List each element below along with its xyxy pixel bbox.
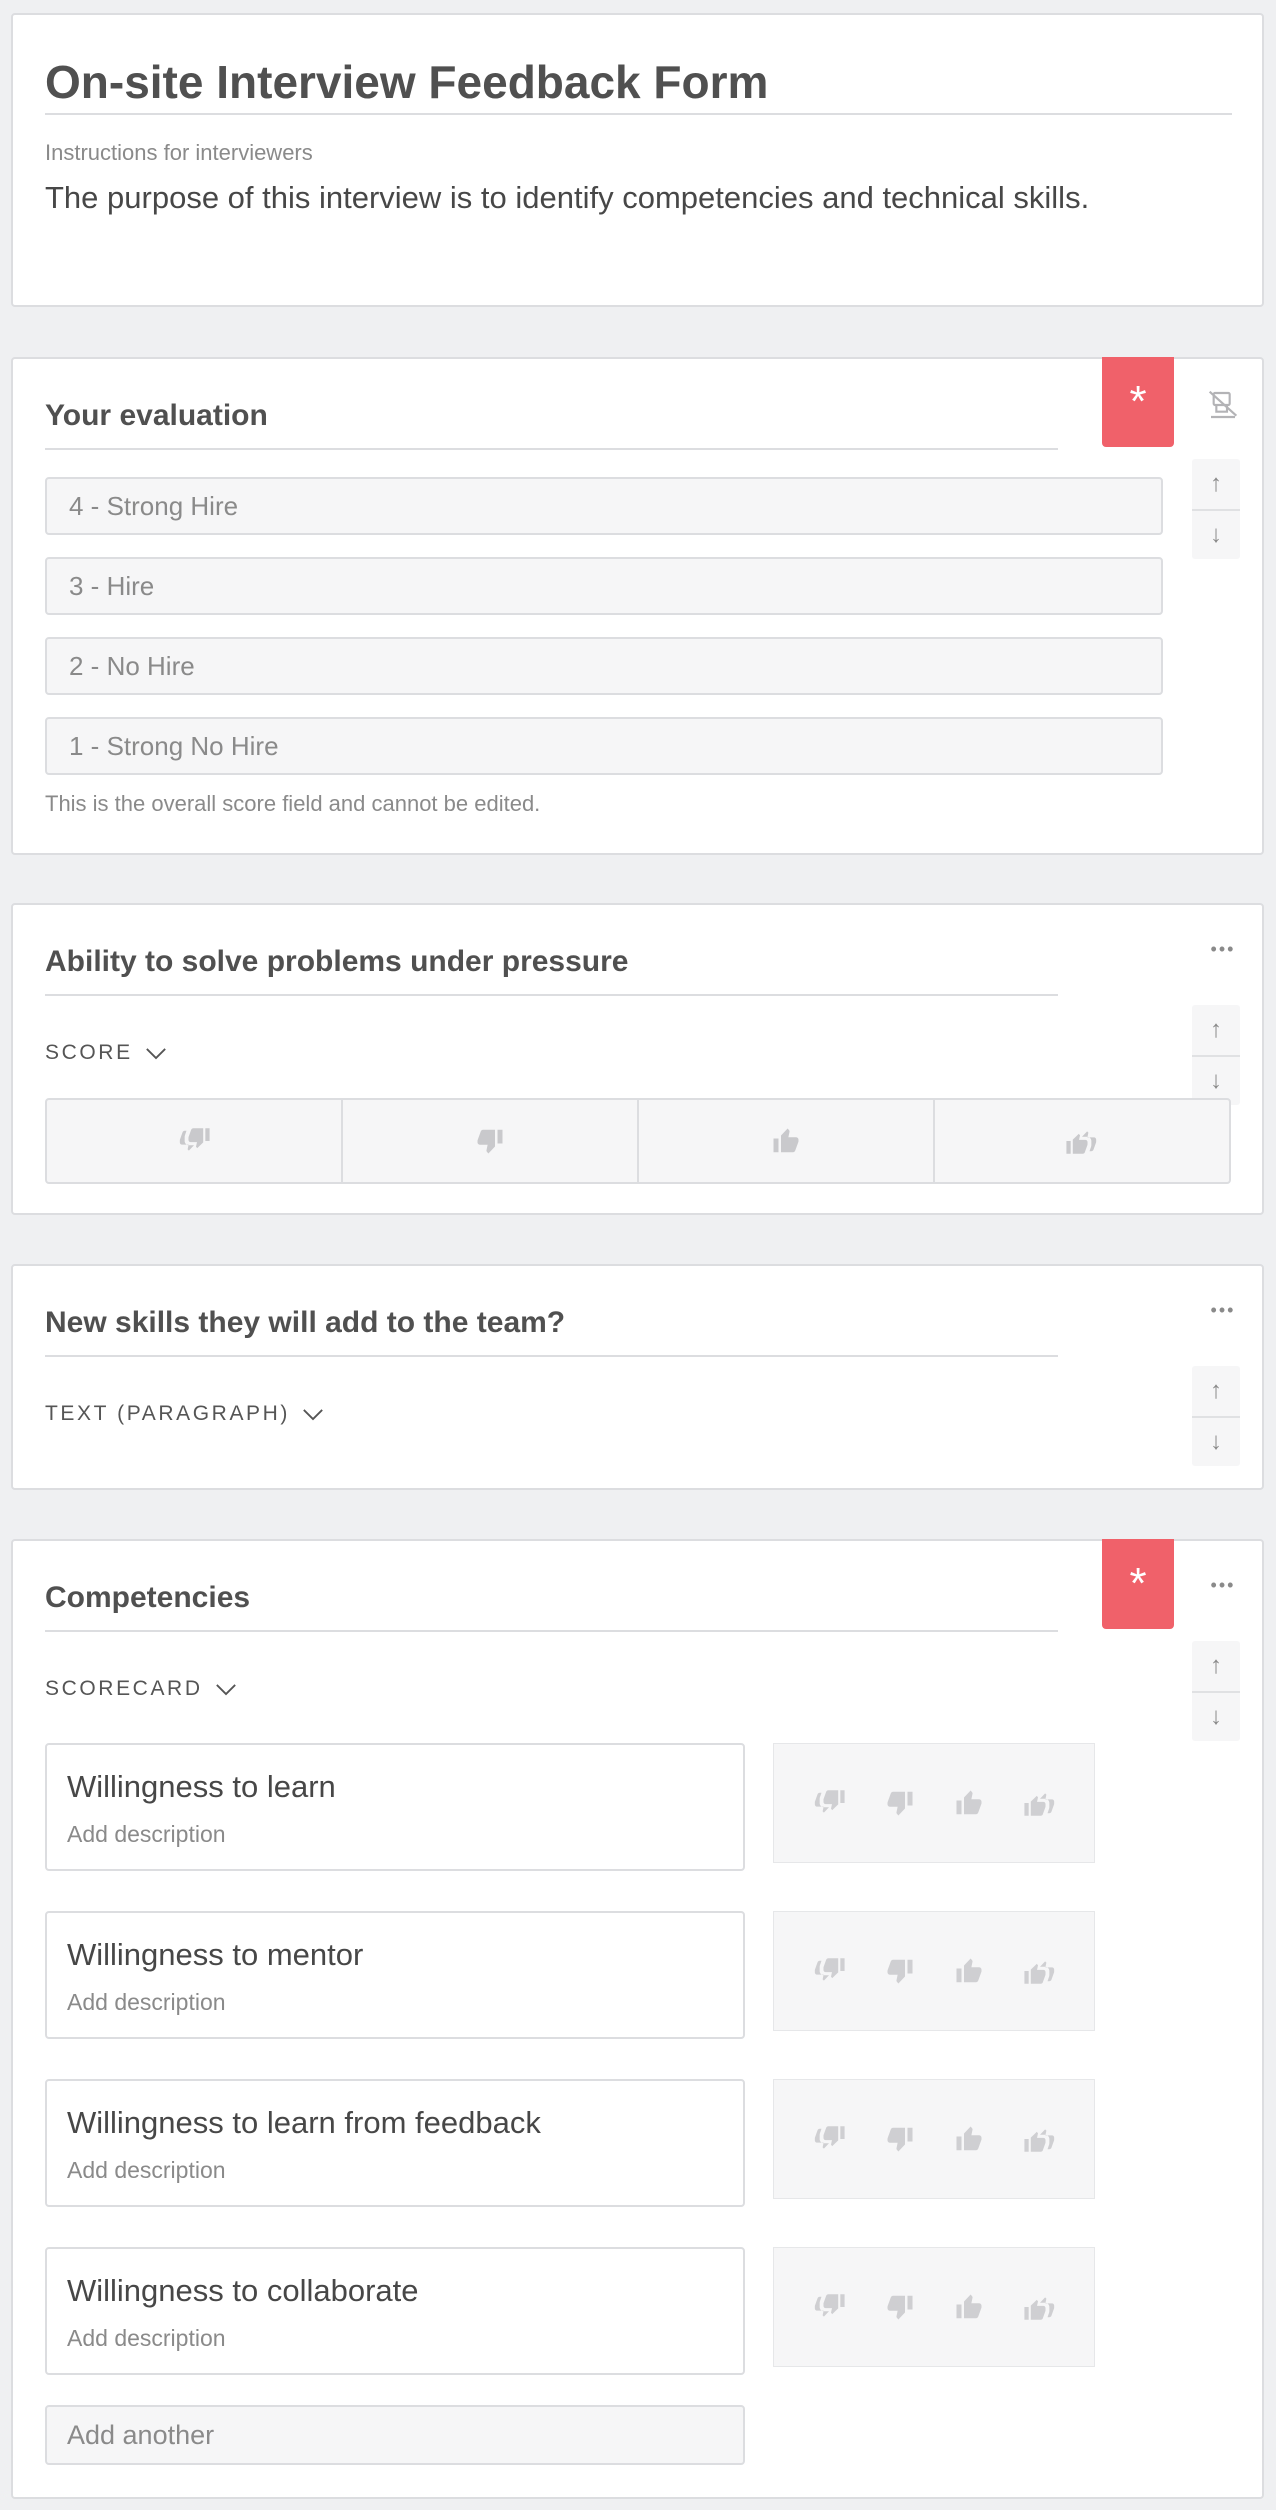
strong-yes-icon: [1023, 2290, 1057, 2324]
evaluation-card: Your evaluation * ↑ ↓ 4 - Strong Hire 3 …: [11, 357, 1264, 855]
add-another-input[interactable]: Add another: [45, 2405, 745, 2465]
question-title[interactable]: New skills they will add to the team?: [45, 1306, 565, 1340]
move-down-button[interactable]: ↓: [1192, 509, 1240, 559]
competency-title[interactable]: Willingness to learn: [67, 1769, 336, 1805]
question-title-divider: [45, 994, 1058, 996]
competency-score-preview: [773, 2247, 1095, 2367]
reorder-controls: ↑ ↓: [1192, 1005, 1240, 1105]
competency-description[interactable]: Add description: [67, 1989, 226, 2016]
score-preview: [45, 1098, 1231, 1184]
strong-no-icon: [812, 1786, 846, 1820]
question-type-label: SCORE: [45, 1041, 133, 1064]
required-toggle-button[interactable]: *: [1102, 1539, 1174, 1629]
move-up-button[interactable]: ↑: [1192, 1005, 1240, 1055]
strong-yes-icon: [933, 1100, 1229, 1182]
strong-yes-icon: [1023, 1786, 1057, 1820]
form-title[interactable]: On-site Interview Feedback Form: [45, 55, 768, 109]
thumbs-down-icon: [341, 1100, 637, 1182]
more-options-button[interactable]: •••: [1200, 1565, 1246, 1605]
chevron-down-icon: [215, 1683, 237, 1696]
competency-item[interactable]: Willingness to learn from feedback Add d…: [45, 2079, 745, 2207]
question-title-divider: [45, 1630, 1058, 1632]
competency-score-preview: [773, 2079, 1095, 2199]
strong-yes-icon: [1023, 1954, 1057, 1988]
move-up-button[interactable]: ↑: [1192, 1366, 1240, 1416]
competency-description[interactable]: Add description: [67, 1821, 226, 1848]
evaluation-helper-text: This is the overall score field and cann…: [45, 791, 541, 816]
chevron-down-icon: [145, 1047, 167, 1060]
reorder-controls: ↑ ↓: [1192, 459, 1240, 559]
strong-no-icon: [812, 2122, 846, 2156]
competency-item[interactable]: Willingness to mentor Add description: [45, 1911, 745, 2039]
evaluation-option: 3 - Hire: [45, 557, 1163, 615]
thumbs-up-icon: [954, 1956, 984, 1986]
thumbs-up-icon: [637, 1100, 933, 1182]
evaluation-option: 2 - No Hire: [45, 637, 1163, 695]
competency-item[interactable]: Willingness to collaborate Add descripti…: [45, 2247, 745, 2375]
thumbs-up-icon: [954, 2292, 984, 2322]
instructions-label: Instructions for interviewers: [45, 140, 313, 165]
move-up-button[interactable]: ↑: [1192, 459, 1240, 509]
form-header-card: On-site Interview Feedback Form Instruct…: [11, 13, 1264, 307]
problem-solving-card: Ability to solve problems under pressure…: [11, 903, 1264, 1215]
competency-item[interactable]: Willingness to learn Add description: [45, 1743, 745, 1871]
question-type-label: TEXT (PARAGRAPH): [45, 1402, 291, 1425]
chevron-down-icon: [302, 1408, 324, 1421]
competency-description[interactable]: Add description: [67, 2325, 226, 2352]
thumbs-up-icon: [954, 1788, 984, 1818]
reorder-controls: ↑ ↓: [1192, 1641, 1240, 1741]
evaluation-title-divider: [45, 448, 1058, 450]
thumbs-down-icon: [885, 1956, 915, 1986]
more-options-button[interactable]: •••: [1200, 1290, 1246, 1330]
question-type-label: SCORECARD: [45, 1677, 203, 1700]
thumbs-up-icon: [954, 2124, 984, 2154]
move-down-button[interactable]: ↓: [1192, 1416, 1240, 1466]
question-type-dropdown[interactable]: SCORECARD: [45, 1677, 237, 1701]
title-divider: [45, 113, 1232, 115]
thumbs-down-icon: [885, 2124, 915, 2154]
competency-description[interactable]: Add description: [67, 2157, 226, 2184]
required-toggle-button[interactable]: *: [1102, 357, 1174, 447]
instructions-text[interactable]: The purpose of this interview is to iden…: [45, 180, 1089, 216]
strong-no-icon: [812, 2290, 846, 2324]
competency-title[interactable]: Willingness to collaborate: [67, 2273, 419, 2309]
move-up-button[interactable]: ↑: [1192, 1641, 1240, 1691]
evaluation-title[interactable]: Your evaluation: [45, 399, 268, 433]
more-options-button[interactable]: •••: [1200, 929, 1246, 969]
strong-yes-icon: [1023, 2122, 1057, 2156]
new-skills-card: New skills they will add to the team? ••…: [11, 1264, 1264, 1490]
question-type-dropdown[interactable]: TEXT (PARAGRAPH): [45, 1402, 324, 1426]
strong-no-icon: [47, 1100, 341, 1182]
competency-title[interactable]: Willingness to learn from feedback: [67, 2105, 541, 2141]
question-title[interactable]: Ability to solve problems under pressure: [45, 945, 628, 979]
question-title-divider: [45, 1355, 1058, 1357]
thumbs-down-icon: [885, 2292, 915, 2322]
evaluation-option: 4 - Strong Hire: [45, 477, 1163, 535]
competency-score-preview: [773, 1911, 1095, 2031]
question-type-dropdown[interactable]: SCORE: [45, 1041, 167, 1065]
reorder-controls: ↑ ↓: [1192, 1366, 1240, 1466]
competencies-card: Competencies * ••• ↑ ↓ SCORECARD Willing…: [11, 1539, 1264, 2499]
competency-score-preview: [773, 1743, 1095, 1863]
thumbs-down-icon: [885, 1788, 915, 1818]
move-down-button[interactable]: ↓: [1192, 1691, 1240, 1741]
locked-icon: [1200, 385, 1246, 425]
competency-title[interactable]: Willingness to mentor: [67, 1937, 363, 1973]
strong-no-icon: [812, 1954, 846, 1988]
evaluation-option: 1 - Strong No Hire: [45, 717, 1163, 775]
question-title[interactable]: Competencies: [45, 1581, 250, 1615]
